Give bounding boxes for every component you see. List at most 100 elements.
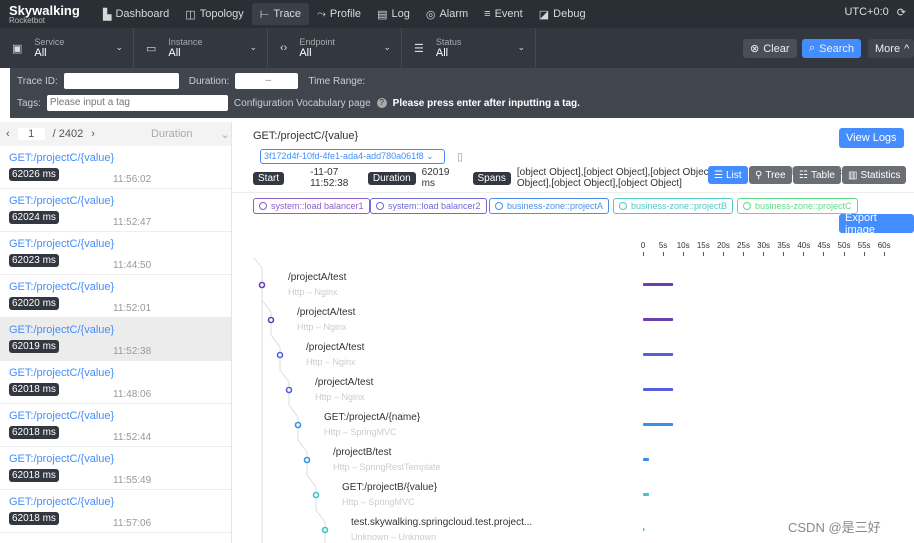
axis-tick: 15s [693, 241, 713, 256]
span-row[interactable]: /projectA/test Http – Nginx [315, 377, 373, 402]
view-table-button[interactable]: ☷ Table [793, 166, 841, 184]
chevron-down-icon[interactable]: ⌄ [221, 128, 230, 141]
next-page-icon[interactable]: › [91, 128, 95, 140]
span-row[interactable]: /projectA/test Http – Nginx [297, 307, 355, 332]
trace-duration-badge: 62018 ms [9, 426, 59, 439]
start-value: -11-07 11:52:38 [310, 167, 349, 189]
nav-debug[interactable]: ◪ Debug [531, 3, 594, 25]
trace-time: 11:56:02 [113, 174, 152, 185]
log-icon: ▤ [377, 8, 388, 21]
sort-select[interactable]: Duration [151, 128, 193, 140]
filter-status[interactable]: ☰ Status All ⌄ [402, 28, 536, 68]
span-name: /projectA/test [306, 342, 365, 353]
span-row[interactable]: GET:/projectB/{value} Http – SpringMVC [342, 482, 437, 507]
prev-page-icon[interactable]: ‹ [6, 128, 10, 140]
nav-trace[interactable]: ⊢ Trace [251, 3, 310, 25]
trace-icon: ⊢ [259, 8, 270, 21]
filter-value: All [299, 46, 312, 59]
axis-tick: 5s [653, 241, 673, 256]
circle-icon [743, 202, 751, 210]
table-icon: ☷ [799, 169, 808, 181]
more-button[interactable]: More ^ [868, 39, 914, 58]
legend-item[interactable]: system::load balancer2 [370, 198, 487, 214]
copy-icon[interactable]: ▯ [457, 150, 463, 163]
nav-topology[interactable]: ◫ Topology [177, 3, 251, 25]
axis-tick: 30s [754, 241, 774, 256]
trace-list-item[interactable]: GET:/projectC/{value} 62020 ms 11:52:01 [0, 275, 231, 318]
axis-tick: 0 [633, 241, 653, 256]
trace-list-item[interactable]: GET:/projectC/{value} 62018 ms 11:57:06 [0, 490, 231, 533]
span-name: test.skywalking.springcloud.test.project… [351, 517, 533, 528]
filter-label: Service [34, 36, 65, 47]
nav-event[interactable]: ≡ Event [476, 3, 531, 25]
span-row[interactable]: test.skywalking.springcloud.test.project… [351, 517, 532, 542]
logo-text: Skywalking [9, 2, 80, 18]
legend-item[interactable]: business-zone::projectA [489, 198, 610, 214]
duration-input[interactable]: – [235, 73, 299, 89]
view-label: Table [810, 169, 835, 181]
span-row[interactable]: /projectB/test Http – SpringRestTemplate [333, 447, 441, 472]
topology-icon: ◫ [185, 8, 196, 21]
view-label: Statistics [860, 169, 901, 181]
nav-label: Alarm [439, 8, 469, 20]
divider [232, 192, 914, 193]
legend-item[interactable]: business-zone::projectB [613, 198, 734, 214]
filter-label: Endpoint [299, 36, 335, 47]
filter-service[interactable]: ▣ Service All ⌄ [0, 28, 134, 68]
logo[interactable]: Skywalking Rocketbot [0, 4, 95, 25]
legend-item[interactable]: business-zone::projectC [737, 198, 858, 214]
export-image-button[interactable]: Export image [839, 212, 914, 236]
axis-tick: 40s [794, 241, 814, 256]
view-statistics-button[interactable]: ▥ Statistics [842, 166, 907, 184]
trace-list-item[interactable]: GET:/projectC/{value} 62018 ms 11:52:44 [0, 404, 231, 447]
filter-label: Instance [168, 36, 203, 47]
axis-tick: 55s [854, 241, 874, 256]
trace-time: 11:52:44 [113, 432, 152, 443]
trace-list-item[interactable]: GET:/projectC/{value} 62018 ms 11:55:49 [0, 447, 231, 490]
axis-tick: 60s [874, 241, 894, 256]
tags-input[interactable]: Please input a tag [46, 95, 228, 111]
filter-instance[interactable]: ▭ Instance All ⌄ [134, 28, 268, 68]
view-tree-button[interactable]: ⚲ Tree [749, 166, 792, 184]
trace-list-item[interactable]: GET:/projectC/{value} 62026 ms 11:56:02 [0, 146, 231, 189]
refresh-icon[interactable]: ⟳ [897, 6, 906, 19]
span-row[interactable]: GET:/projectA/{name} Http – SpringMVC [324, 412, 420, 437]
page-input[interactable]: 1 [17, 128, 45, 140]
time-range-label: Time Range: [308, 75, 366, 87]
legend-item[interactable]: system::load balancer1 [253, 198, 370, 214]
tick-label: 5s [658, 241, 668, 250]
trace-title: GET:/projectC/{value} [253, 130, 359, 142]
span-row[interactable]: /projectA/test Http – Nginx [288, 272, 346, 297]
legend-label: business-zone::projectC [755, 201, 852, 211]
nav-dashboard[interactable]: ▙ Dashboard [95, 3, 177, 25]
search-button[interactable]: ⌕ Search [802, 39, 861, 58]
vocabulary-link[interactable]: Configuration Vocabulary page [234, 98, 371, 109]
nav-label: Event [494, 8, 523, 20]
trace-id-select[interactable]: 3f172d4f-10fd-4fe1-ada4-add780a061f8 ⌄ [260, 149, 445, 164]
nav-label: Log [391, 8, 410, 20]
trace-list-item[interactable]: GET:/projectC/{value} 62019 ms 11:52:38 [0, 318, 231, 361]
trace-id-label: Trace ID: [17, 75, 58, 87]
start-tag: Start [253, 171, 285, 185]
nav-log[interactable]: ▤ Log [369, 3, 418, 25]
trace-id-input[interactable] [63, 73, 179, 89]
trace-time: 11:52:01 [113, 303, 152, 314]
axis-tick: 50s [834, 241, 854, 256]
trace-list-item[interactable]: GET:/projectC/{value} 62018 ms 11:48:06 [0, 361, 231, 404]
span-type: Http – SpringMVC [342, 497, 415, 507]
trace-time: 11:55:49 [113, 475, 152, 486]
page-total: / 2402 [52, 128, 84, 140]
view-logs-button[interactable]: View Logs [839, 128, 904, 148]
view-list-button[interactable]: ☰ List [708, 166, 748, 184]
span-row[interactable]: /projectA/test Http – Nginx [306, 342, 364, 367]
chevron-down-icon: ⌄ [115, 42, 123, 52]
nav-profile[interactable]: ⤳ Profile [309, 3, 369, 25]
filter-endpoint[interactable]: ‹› Endpoint All ⌄ [268, 28, 402, 68]
tick-label: 10s [676, 241, 690, 250]
span-name: GET:/projectA/{name} [324, 412, 421, 423]
trace-list-item[interactable]: GET:/projectC/{value} 62023 ms 11:44:50 [0, 232, 231, 275]
nav-alarm[interactable]: ◎ Alarm [418, 3, 476, 25]
timezone[interactable]: UTC+0:0 [844, 6, 888, 19]
trace-list-item[interactable]: GET:/projectC/{value} 62024 ms 11:52:47 [0, 189, 231, 232]
clear-button[interactable]: ⊗ Clear [743, 39, 797, 58]
